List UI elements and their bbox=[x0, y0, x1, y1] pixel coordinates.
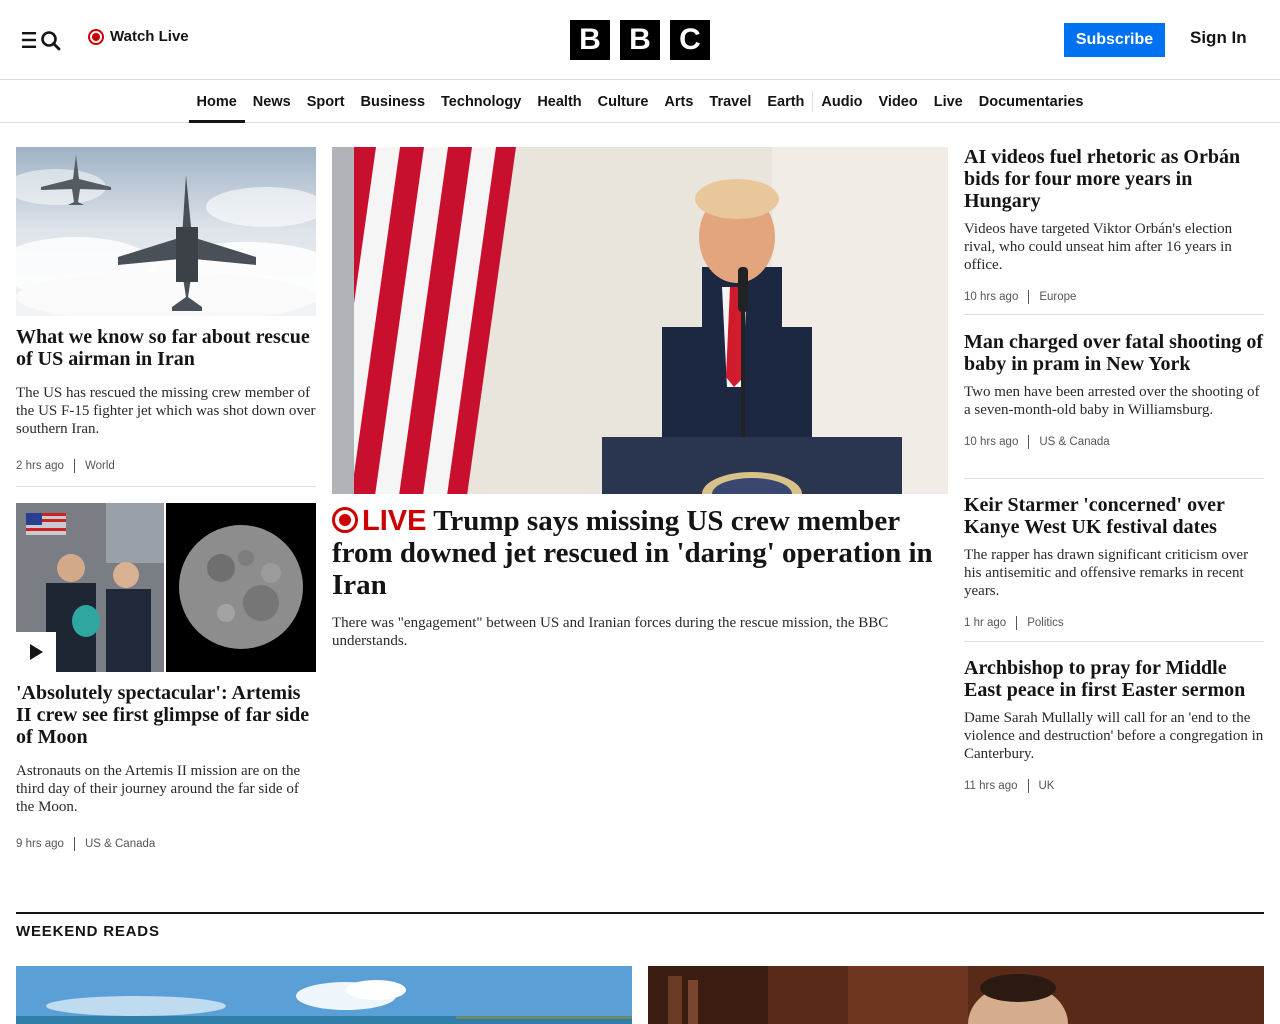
sign-in-link[interactable]: Sign In bbox=[1190, 28, 1247, 48]
story-tag[interactable]: Politics bbox=[1027, 617, 1063, 629]
story-summary: Two men have been arrested over the shoo… bbox=[964, 384, 1260, 418]
side-story: Keir Starmer 'concerned' over Kanye West… bbox=[964, 494, 1264, 630]
story-time: 2 hrs ago bbox=[16, 460, 64, 472]
top-header: Watch Live B B C Subscribe Sign In bbox=[0, 0, 1280, 80]
story-tag[interactable]: Europe bbox=[1039, 291, 1076, 303]
logo-letter: B bbox=[620, 20, 660, 60]
lead-story-image[interactable] bbox=[332, 147, 948, 494]
side-story: Man charged over fatal shooting of baby … bbox=[964, 331, 1264, 449]
nav-home[interactable]: Home bbox=[188, 81, 246, 123]
story-time: 9 hrs ago bbox=[16, 838, 64, 850]
logo-letter: B bbox=[570, 20, 610, 60]
story-time: 10 hrs ago bbox=[964, 291, 1019, 303]
live-icon bbox=[332, 507, 358, 533]
story-tag[interactable]: UK bbox=[1039, 780, 1055, 792]
menu-search-icon[interactable] bbox=[20, 26, 64, 54]
subscribe-button[interactable]: Subscribe bbox=[1064, 23, 1165, 57]
lead-story-headline[interactable]: LIVE Trump says missing US crew member f… bbox=[332, 504, 948, 601]
story-headline[interactable]: What we know so far about rescue of US a… bbox=[16, 326, 316, 370]
meta-divider bbox=[1027, 779, 1029, 793]
story-meta: 9 hrs ago US & Canada bbox=[16, 837, 155, 851]
story-divider bbox=[964, 314, 1264, 315]
weekend-story-image-beach[interactable] bbox=[16, 966, 632, 1024]
nav-sport[interactable]: Sport bbox=[299, 81, 353, 122]
bbc-logo[interactable]: B B C bbox=[570, 20, 710, 60]
meta-divider bbox=[1028, 290, 1030, 304]
story-headline[interactable]: Keir Starmer 'concerned' over Kanye West… bbox=[964, 494, 1264, 538]
story-summary: The US has rescued the missing crew memb… bbox=[16, 385, 316, 437]
live-badge: LIVE bbox=[332, 504, 426, 537]
story-tag[interactable]: US & Canada bbox=[1039, 436, 1109, 448]
watch-live-link[interactable]: Watch Live bbox=[88, 28, 189, 45]
story-meta: 2 hrs ago World bbox=[16, 459, 115, 473]
side-story: AI videos fuel rhetoric as Orbán bids fo… bbox=[964, 146, 1264, 304]
nav-business[interactable]: Business bbox=[353, 81, 433, 122]
lead-story-summary: There was "engagement" between US and Ir… bbox=[332, 615, 889, 649]
meta-divider bbox=[73, 459, 75, 473]
story-headline[interactable]: Archbishop to pray for Middle East peace… bbox=[964, 657, 1264, 701]
live-badge-label: LIVE bbox=[362, 505, 427, 537]
story-meta: 1 hr ago Politics bbox=[964, 616, 1264, 630]
meta-divider bbox=[73, 837, 75, 851]
story-meta: 10 hrs ago US & Canada bbox=[964, 435, 1264, 449]
weekend-story-image-portrait[interactable] bbox=[648, 966, 1264, 1024]
story-image-artemis[interactable] bbox=[16, 503, 316, 672]
section-title-weekend-reads: WEEKEND READS bbox=[16, 923, 160, 940]
nav-news[interactable]: News bbox=[245, 81, 299, 122]
story-tag[interactable]: World bbox=[85, 460, 115, 472]
story-summary: Videos have targeted Viktor Orbán's elec… bbox=[964, 221, 1233, 273]
story-summary: Astronauts on the Artemis II mission are… bbox=[16, 763, 301, 815]
story-image-fighter-jet[interactable] bbox=[16, 147, 316, 316]
nav-documentaries[interactable]: Documentaries bbox=[971, 81, 1092, 122]
nav-culture[interactable]: Culture bbox=[590, 81, 657, 122]
story-time: 1 hr ago bbox=[964, 617, 1007, 629]
story-time: 11 hrs ago bbox=[964, 780, 1018, 792]
nav-live[interactable]: Live bbox=[926, 81, 971, 122]
story-summary: Dame Sarah Mullally will call for an 'en… bbox=[964, 710, 1264, 762]
nav-earth[interactable]: Earth bbox=[759, 81, 812, 122]
story-meta: 10 hrs ago Europe bbox=[964, 290, 1264, 304]
story-headline[interactable]: Man charged over fatal shooting of baby … bbox=[964, 331, 1264, 375]
side-story: Archbishop to pray for Middle East peace… bbox=[964, 657, 1264, 793]
story-divider bbox=[16, 486, 316, 487]
play-icon bbox=[30, 644, 43, 660]
nav-travel[interactable]: Travel bbox=[701, 81, 759, 122]
nav-health[interactable]: Health bbox=[529, 81, 589, 122]
nav-video[interactable]: Video bbox=[871, 81, 926, 122]
main-nav: Home News Sport Business Technology Heal… bbox=[0, 81, 1280, 123]
nav-arts[interactable]: Arts bbox=[656, 81, 701, 122]
meta-divider bbox=[1016, 616, 1018, 630]
story-headline[interactable]: 'Absolutely spectacular': Artemis II cre… bbox=[16, 682, 316, 748]
watch-live-label: Watch Live bbox=[110, 28, 189, 45]
story-headline[interactable]: AI videos fuel rhetoric as Orbán bids fo… bbox=[964, 146, 1264, 212]
section-rule bbox=[16, 912, 1264, 914]
play-video-button[interactable] bbox=[16, 632, 56, 672]
story-tag[interactable]: US & Canada bbox=[85, 838, 155, 850]
story-summary: The rapper has drawn significant critici… bbox=[964, 547, 1249, 599]
story-divider bbox=[964, 641, 1264, 642]
story-divider bbox=[964, 478, 1264, 479]
nav-technology[interactable]: Technology bbox=[433, 81, 529, 122]
nav-audio[interactable]: Audio bbox=[813, 81, 870, 122]
logo-letter: C bbox=[670, 20, 710, 60]
story-time: 10 hrs ago bbox=[964, 436, 1019, 448]
meta-divider bbox=[1028, 435, 1030, 449]
live-dot-icon bbox=[88, 28, 104, 45]
story-meta: 11 hrs ago UK bbox=[964, 779, 1264, 793]
